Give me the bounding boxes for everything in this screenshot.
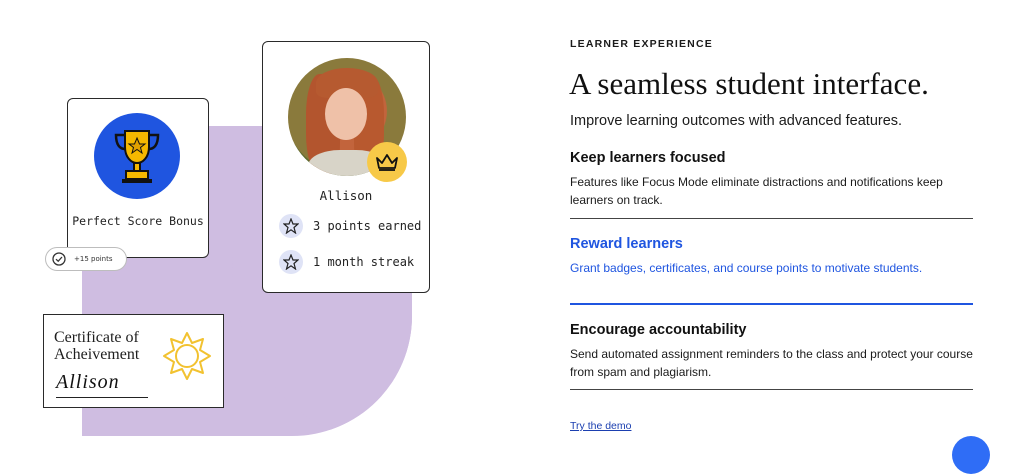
points-pill: +15 points — [45, 247, 127, 271]
star-icon — [283, 254, 299, 270]
chat-launcher-button[interactable] — [952, 436, 990, 474]
stat-points-earned: 3 points earned — [279, 214, 421, 238]
stat-label: 1 month streak — [313, 255, 415, 269]
feature-description: Grant badges, certificates, and course p… — [570, 261, 923, 275]
feature-keep-learners-focused[interactable]: Keep learners focused Features like Focu… — [570, 150, 973, 219]
certificate-card: Certificate of Acheivement Allison — [43, 314, 224, 408]
stat-month-streak: 1 month streak — [279, 250, 414, 274]
crown-badge — [367, 142, 407, 182]
feature-title: Encourage accountability — [570, 322, 747, 338]
trophy-card-title: Perfect Score Bonus — [72, 214, 204, 228]
feature-reward-learners[interactable]: Reward learners Grant badges, certificat… — [570, 236, 973, 305]
feature-divider — [570, 389, 973, 390]
certificate-signature: Allison — [56, 371, 120, 393]
section-headline: A seamless student interface. — [569, 66, 929, 101]
star-icon — [283, 218, 299, 234]
certificate-title: Certificate of Acheivement — [54, 329, 140, 363]
points-pill-label: +15 points — [74, 255, 113, 263]
feature-description: Features like Focus Mode eliminate distr… — [570, 175, 943, 207]
sun-seal-icon — [163, 332, 211, 380]
feature-title: Reward learners — [570, 236, 683, 252]
trophy-icon — [114, 130, 160, 183]
check-circle-icon — [52, 252, 66, 266]
feature-divider-active — [570, 303, 973, 305]
signature-line — [56, 397, 148, 398]
try-demo-link[interactable]: Try the demo — [570, 420, 631, 432]
feature-encourage-accountability[interactable]: Encourage accountability Send automated … — [570, 322, 973, 390]
crown-icon — [376, 154, 398, 171]
section-subhead: Improve learning outcomes with advanced … — [570, 113, 903, 129]
feature-divider — [570, 218, 973, 219]
learner-profile-card: Allison 3 points earned 1 month streak — [262, 41, 430, 293]
trophy-badge — [94, 113, 180, 199]
feature-description: Send automated assignment reminders to t… — [570, 347, 973, 379]
stat-label: 3 points earned — [313, 219, 422, 233]
perfect-score-card: Perfect Score Bonus — [67, 98, 209, 258]
section-eyebrow: LEARNER EXPERIENCE — [570, 38, 713, 50]
feature-title: Keep learners focused — [570, 150, 726, 166]
profile-name: Allison — [319, 188, 373, 203]
